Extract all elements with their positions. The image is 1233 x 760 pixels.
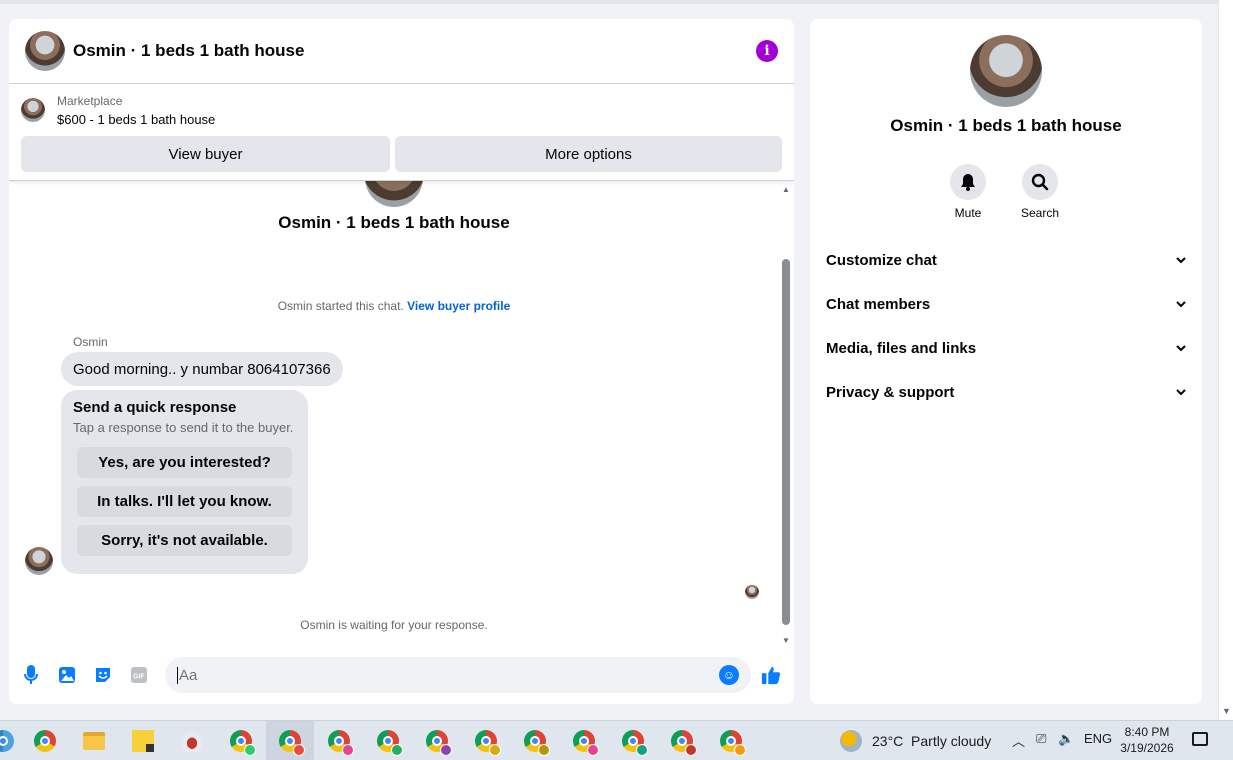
gif-label: GIF bbox=[133, 674, 145, 681]
chat-info-panel: Osmin · 1 beds 1 bath house Mute Search … bbox=[810, 19, 1202, 704]
marketplace-listing-card: Marketplace $600 - 1 beds 1 bath house V… bbox=[9, 84, 794, 181]
message-input-wrapper: ☺ bbox=[165, 657, 751, 693]
gif-icon[interactable]: GIF bbox=[129, 665, 149, 685]
chrome-profile-icon[interactable] bbox=[228, 728, 256, 756]
avatar[interactable] bbox=[25, 31, 65, 71]
chat-header: Osmin · 1 beds 1 bath house i bbox=[9, 19, 794, 84]
quick-response-yes-button[interactable]: Yes, are you interested? bbox=[77, 447, 292, 478]
clock-date: 3/19/2026 bbox=[1120, 741, 1174, 755]
quick-response-in-talks-button[interactable]: In talks. I'll let you know. bbox=[77, 486, 292, 517]
listing-thumbnail[interactable] bbox=[21, 98, 45, 122]
page-scrollbar[interactable]: ▼ bbox=[1218, 0, 1233, 720]
weather-widget[interactable]: 23°C Partly cloudy bbox=[840, 730, 991, 752]
mic-icon[interactable] bbox=[21, 665, 41, 685]
more-options-button[interactable]: More options bbox=[395, 136, 782, 172]
listing-label: Marketplace bbox=[57, 94, 123, 108]
search-action[interactable]: Search bbox=[1010, 164, 1070, 220]
emoji-icon[interactable]: ☺ bbox=[719, 665, 739, 685]
windows-taskbar: 23°C Partly cloudy ︿ ⎚ 🔈 ENG 8:40 PM 3/1… bbox=[0, 720, 1233, 760]
scrollbar-thumb[interactable] bbox=[782, 259, 790, 625]
volume-icon[interactable]: 🔈 bbox=[1058, 731, 1074, 747]
chrome-profile-icon[interactable] bbox=[277, 728, 305, 756]
message-input[interactable] bbox=[177, 666, 719, 684]
listing-price-title[interactable]: $600 - 1 beds 1 bath house bbox=[57, 111, 215, 129]
scroll-up-arrow-icon[interactable]: ▲ bbox=[782, 185, 790, 194]
sender-name: Osmin bbox=[73, 335, 108, 349]
thread-avatar bbox=[365, 181, 423, 207]
section-label: Customize chat bbox=[826, 251, 937, 269]
chrome-icon[interactable] bbox=[32, 728, 58, 754]
quick-response-not-available-button[interactable]: Sorry, it's not available. bbox=[77, 525, 292, 556]
chevron-up-icon[interactable]: ︿ bbox=[1012, 731, 1025, 750]
thread-scrollbar[interactable]: ▲ ▼ bbox=[780, 185, 792, 645]
mute-action[interactable]: Mute bbox=[938, 164, 998, 220]
sticky-notes-icon[interactable] bbox=[130, 728, 156, 754]
customize-chat-section[interactable]: Customize chat bbox=[826, 238, 1186, 282]
chrome-profile-icon[interactable] bbox=[620, 728, 648, 756]
chat-started-notice: Osmin started this chat. View buyer prof… bbox=[9, 299, 779, 313]
file-explorer-icon[interactable] bbox=[81, 728, 107, 754]
chrome-profile-icon[interactable] bbox=[375, 728, 403, 756]
message-thread: Osmin · 1 beds 1 bath house Osmin starte… bbox=[9, 181, 794, 646]
quick-response-subtitle: Tap a response to send it to the buyer. bbox=[73, 420, 294, 435]
section-label: Media, files and links bbox=[826, 339, 977, 357]
section-label: Chat members bbox=[826, 295, 931, 313]
chat-title[interactable]: Osmin · 1 beds 1 bath house bbox=[73, 41, 304, 61]
chrome-profile-icon[interactable] bbox=[473, 728, 501, 756]
info-panel-title: Osmin · 1 beds 1 bath house bbox=[890, 116, 1122, 135]
message-composer: GIF ☺ bbox=[9, 655, 794, 695]
chrome-profile-icon[interactable] bbox=[326, 728, 354, 756]
chrome-profile-icon[interactable] bbox=[571, 728, 599, 756]
clock-time: 8:40 PM bbox=[1124, 725, 1170, 739]
waiting-notice: Osmin is waiting for your response. bbox=[300, 618, 488, 632]
seen-indicator-avatar bbox=[745, 585, 759, 599]
app-icon[interactable] bbox=[0, 728, 16, 754]
mute-label: Mute bbox=[954, 206, 982, 220]
thread-title: Osmin · 1 beds 1 bath house bbox=[278, 213, 510, 232]
chrome-profile-icon[interactable] bbox=[718, 728, 746, 756]
chevron-down-icon bbox=[1176, 301, 1186, 308]
language-indicator[interactable]: ENG bbox=[1084, 731, 1112, 746]
chevron-down-icon bbox=[1176, 389, 1186, 396]
info-icon[interactable]: i bbox=[756, 40, 778, 62]
bell-icon[interactable] bbox=[950, 164, 986, 200]
partly-cloudy-icon bbox=[840, 730, 862, 752]
privacy-support-section[interactable]: Privacy & support bbox=[826, 370, 1186, 414]
top-scroll-strip bbox=[0, 0, 1218, 4]
chrome-profile-icon[interactable] bbox=[669, 728, 697, 756]
thumbs-up-icon[interactable] bbox=[761, 665, 781, 685]
sticker-icon[interactable] bbox=[93, 665, 113, 685]
image-icon[interactable] bbox=[57, 665, 77, 685]
quick-response-title: Send a quick response bbox=[73, 399, 237, 416]
chevron-down-icon bbox=[1176, 257, 1186, 264]
view-buyer-profile-link[interactable]: View buyer profile bbox=[407, 299, 510, 313]
media-files-links-section[interactable]: Media, files and links bbox=[826, 326, 1186, 370]
section-label: Privacy & support bbox=[826, 383, 955, 401]
started-text: Osmin started this chat. bbox=[277, 299, 404, 313]
chrome-profile-icon[interactable] bbox=[424, 728, 452, 756]
search-icon[interactable] bbox=[1022, 164, 1058, 200]
notifications-icon[interactable] bbox=[1192, 732, 1208, 746]
chevron-down-icon bbox=[1176, 345, 1186, 352]
profile-avatar[interactable] bbox=[970, 35, 1042, 107]
quick-response-card: Send a quick response Tap a response to … bbox=[61, 390, 308, 574]
clock[interactable]: 8:40 PM 3/19/2026 bbox=[1110, 724, 1184, 756]
scroll-down-arrow-icon[interactable]: ▼ bbox=[782, 636, 790, 645]
sender-avatar[interactable] bbox=[25, 547, 53, 575]
message-bubble[interactable]: Good morning.. y numbar 8064107366 bbox=[61, 352, 343, 386]
chat-members-section[interactable]: Chat members bbox=[826, 282, 1186, 326]
chat-panel: Osmin · 1 beds 1 bath house i Marketplac… bbox=[9, 19, 794, 704]
camera-icon[interactable]: ⎚ bbox=[1036, 731, 1046, 747]
paint-icon[interactable] bbox=[179, 728, 205, 754]
weather-text: 23°C Partly cloudy bbox=[872, 733, 992, 749]
search-label: Search bbox=[1020, 206, 1060, 220]
view-buyer-button[interactable]: View buyer bbox=[21, 136, 390, 172]
scroll-down-arrow-icon[interactable]: ▼ bbox=[1222, 706, 1231, 716]
chrome-profile-icon[interactable] bbox=[522, 728, 550, 756]
